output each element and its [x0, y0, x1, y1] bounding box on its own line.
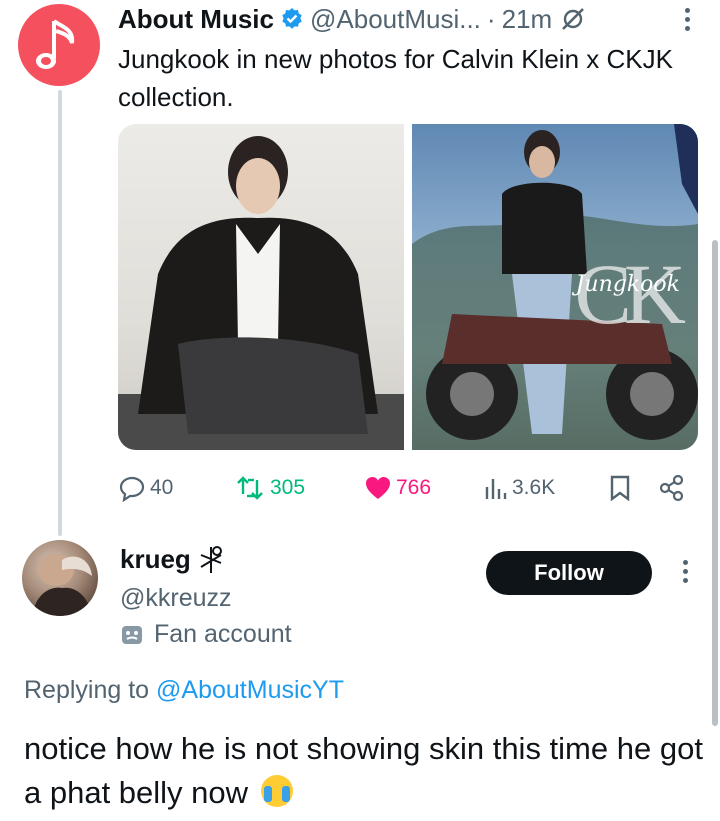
replying-prefix: Replying to [24, 676, 150, 704]
reply-button[interactable]: 40 [118, 474, 173, 502]
grok-icon[interactable] [560, 6, 586, 32]
about-music-avatar[interactable] [18, 4, 100, 86]
follow-button[interactable]: Follow [486, 551, 652, 595]
retweet-icon [237, 476, 263, 500]
tweet-separator: · [486, 3, 496, 34]
reply-text: notice how he is not showing skin this t… [24, 727, 704, 815]
author-handle[interactable]: @AboutMusi... [310, 4, 481, 35]
photo-studio[interactable] [118, 124, 404, 450]
bookmark-icon [610, 475, 630, 502]
scrollbar[interactable] [712, 240, 718, 726]
tweet-header: About Music @AboutMusi... · 21m [118, 2, 586, 36]
reply-icon [119, 476, 145, 502]
crying-emoji-icon [260, 775, 293, 807]
share-icon [659, 474, 684, 502]
tweet-media[interactable]: CK Jungkook [118, 124, 698, 450]
music-note-icon [36, 19, 75, 69]
thread-line [58, 90, 62, 536]
verified-badge-icon [280, 7, 304, 31]
fan-account-label: Fan account [120, 620, 292, 649]
reply-more-icon[interactable] [683, 560, 688, 583]
krueg-avatar[interactable] [22, 540, 98, 616]
reply-author-name[interactable]: krueg [120, 544, 229, 575]
reply-author-handle[interactable]: @kkreuzz [120, 584, 232, 613]
like-button[interactable]: 766 [364, 475, 431, 501]
mask-icon [122, 625, 142, 644]
tweet-actions: 40 305 766 3.6K [118, 468, 690, 508]
avatar-photo [32, 554, 92, 616]
views-icon [485, 479, 507, 499]
heart-icon [366, 477, 390, 499]
share-button[interactable] [658, 474, 686, 502]
retweet-count: 305 [270, 476, 306, 499]
reply-count: 40 [150, 476, 174, 499]
replying-handle-link[interactable]: @AboutMusicYT [156, 676, 344, 704]
tweet-time[interactable]: 21m [502, 4, 553, 35]
retweet-button[interactable]: 305 [236, 474, 305, 502]
more-icon[interactable] [685, 8, 690, 31]
views-button[interactable]: 3.6K [482, 475, 555, 501]
fan-account-text: Fan account [154, 620, 292, 648]
replying-to: Replying to @AboutMusicYT [24, 676, 344, 705]
photo-motorcycle[interactable]: CK Jungkook [412, 124, 698, 450]
bookmark-button[interactable] [608, 474, 632, 502]
reply-author-name-text: krueg [120, 544, 191, 574]
jungkook-signature: Jungkook [575, 272, 680, 297]
like-count: 766 [396, 476, 432, 499]
ornament-icon [200, 545, 222, 573]
photo-studio-illustration [118, 136, 404, 450]
reply-text-content: notice how he is not showing skin this t… [24, 731, 703, 810]
tweet-text: Jungkook in new photos for Calvin Klein … [118, 44, 673, 112]
views-count: 3.6K [512, 476, 556, 499]
author-name[interactable]: About Music [118, 4, 274, 35]
